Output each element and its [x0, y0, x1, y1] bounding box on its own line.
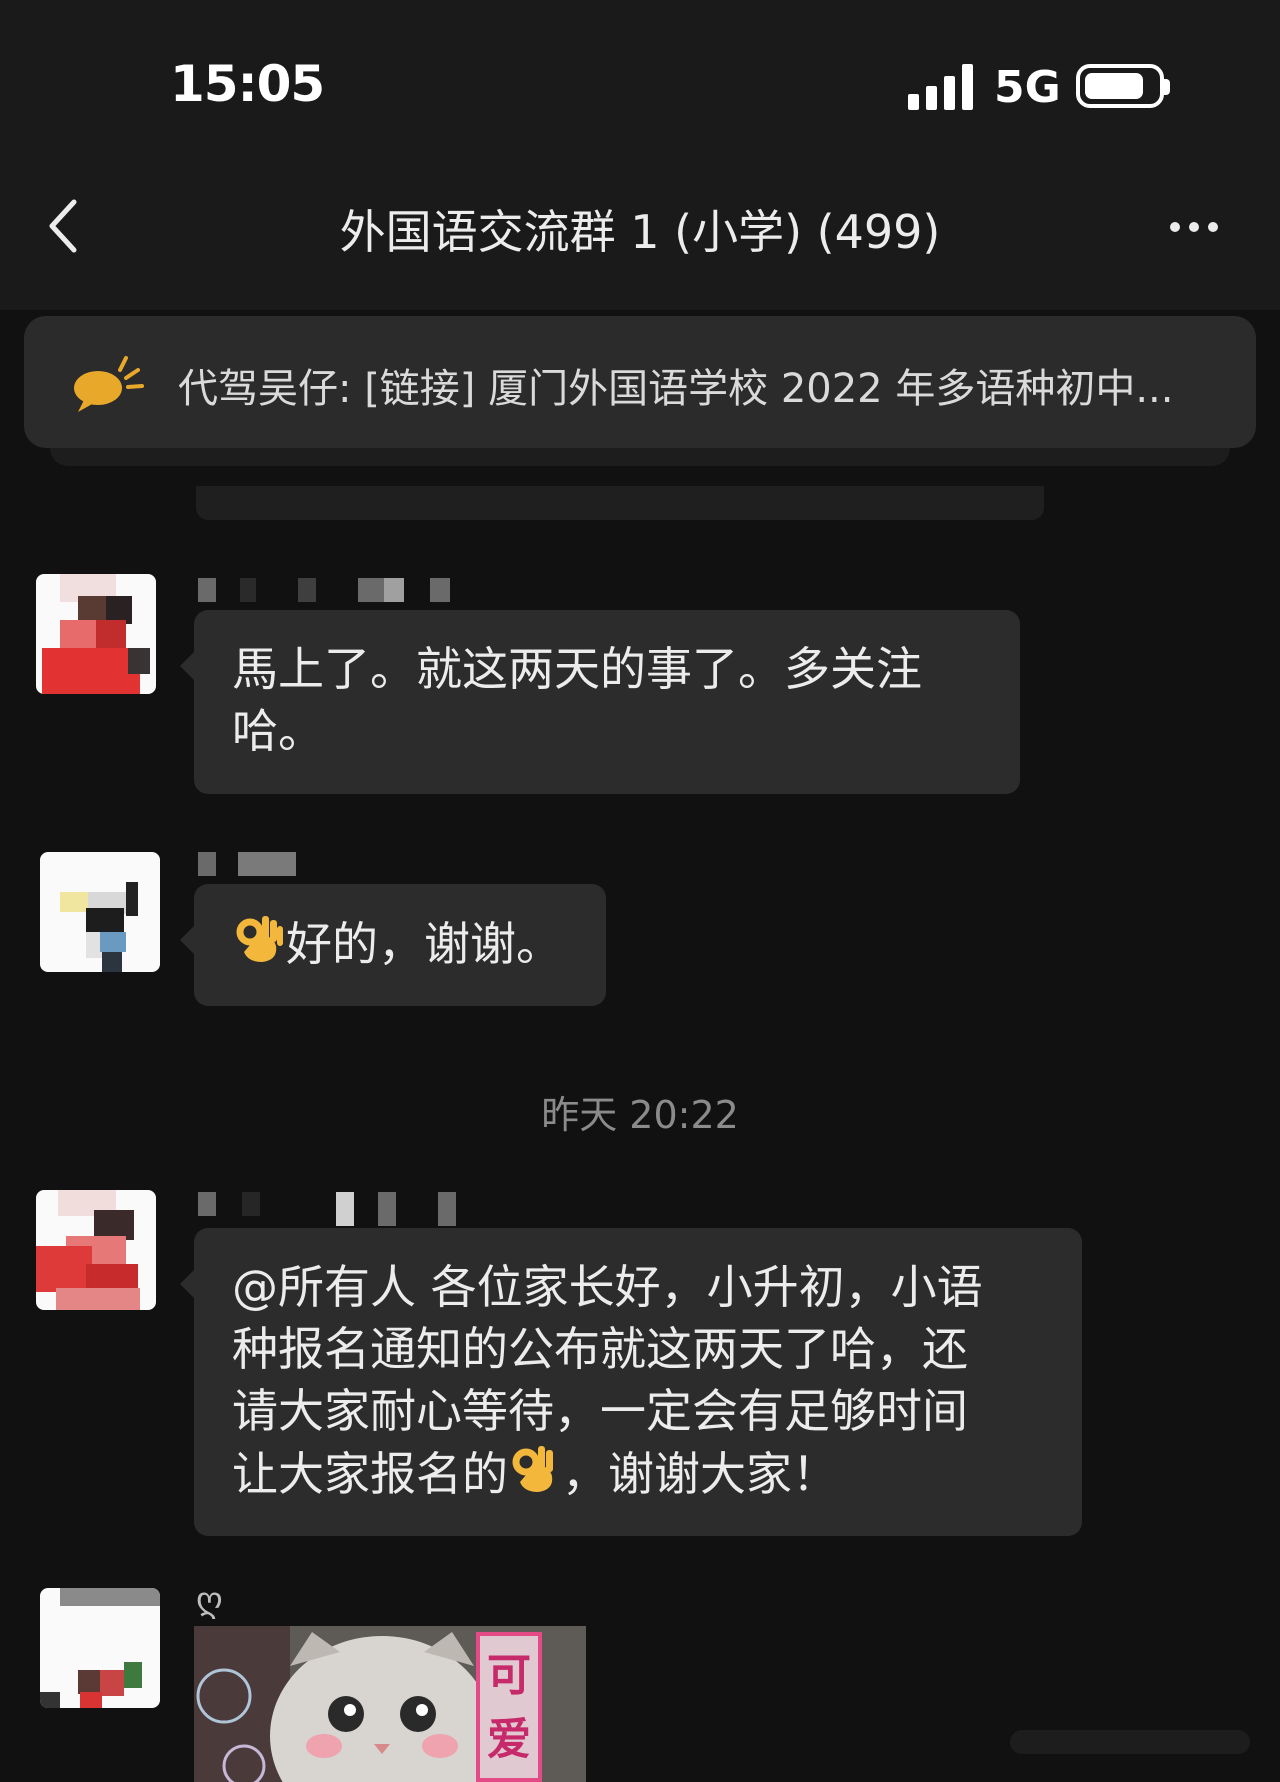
- watermark: [1010, 1722, 1250, 1771]
- message-line: 哈。: [232, 704, 324, 758]
- sender-name: ღ: [196, 1580, 223, 1620]
- timestamp: 昨天 20:22: [541, 1093, 739, 1137]
- avatar[interactable]: [40, 1588, 160, 1708]
- sender-name-blurred: [198, 852, 308, 876]
- signal-icon: [908, 64, 974, 110]
- message-line: @所有人 各位家长好，小升初，小语: [232, 1260, 983, 1314]
- ok-hand-emoji-icon: [512, 1446, 553, 1492]
- message-line: 种报名通知的公布就这两天了哈，还: [232, 1322, 968, 1376]
- avatar[interactable]: [40, 852, 160, 972]
- sender-name-blurred: [198, 578, 458, 602]
- message-bubble[interactable]: 馬上了。就这两天的事了。多关注 哈。: [180, 610, 1020, 794]
- status-time: 15:05: [170, 55, 325, 113]
- network-label: 5G: [994, 62, 1061, 113]
- sticker-caption: 可爱: [476, 1632, 542, 1782]
- battery-cap: [1164, 79, 1170, 95]
- message-text: 好的，谢谢。: [286, 917, 562, 971]
- more-options-button[interactable]: [1164, 212, 1224, 242]
- message-line: 馬上了。就这两天的事了。多关注: [232, 642, 922, 696]
- message-line: 让大家报名的: [232, 1447, 508, 1501]
- ok-hand-emoji-icon: [236, 916, 283, 962]
- message-bubble[interactable]: @所有人 各位家长好，小升初，小语 种报名通知的公布就这两天了哈，还 请大家耐心…: [180, 1228, 1082, 1536]
- message-line: 请大家耐心等待，一定会有足够时间: [232, 1384, 968, 1438]
- battery-icon: [1076, 64, 1164, 108]
- announcement-bubble-icon: [70, 352, 146, 418]
- back-button[interactable]: [40, 196, 90, 256]
- chat-title: 外国语交流群 1 (小学) (499): [339, 205, 941, 259]
- avatar[interactable]: [36, 574, 156, 694]
- message-bubble[interactable]: 好的，谢谢。: [180, 884, 606, 1006]
- sender-name-blurred: [198, 1192, 458, 1226]
- announcement-text: 代驾吴仔: [链接] 厦门外国语学校 2022 年多语种初中...: [178, 366, 1174, 412]
- avatar[interactable]: [36, 1190, 156, 1310]
- previous-message-bubble: [196, 486, 1044, 520]
- back-chevron-icon: [49, 199, 77, 253]
- message-line: ，谢谢大家！: [562, 1447, 838, 1501]
